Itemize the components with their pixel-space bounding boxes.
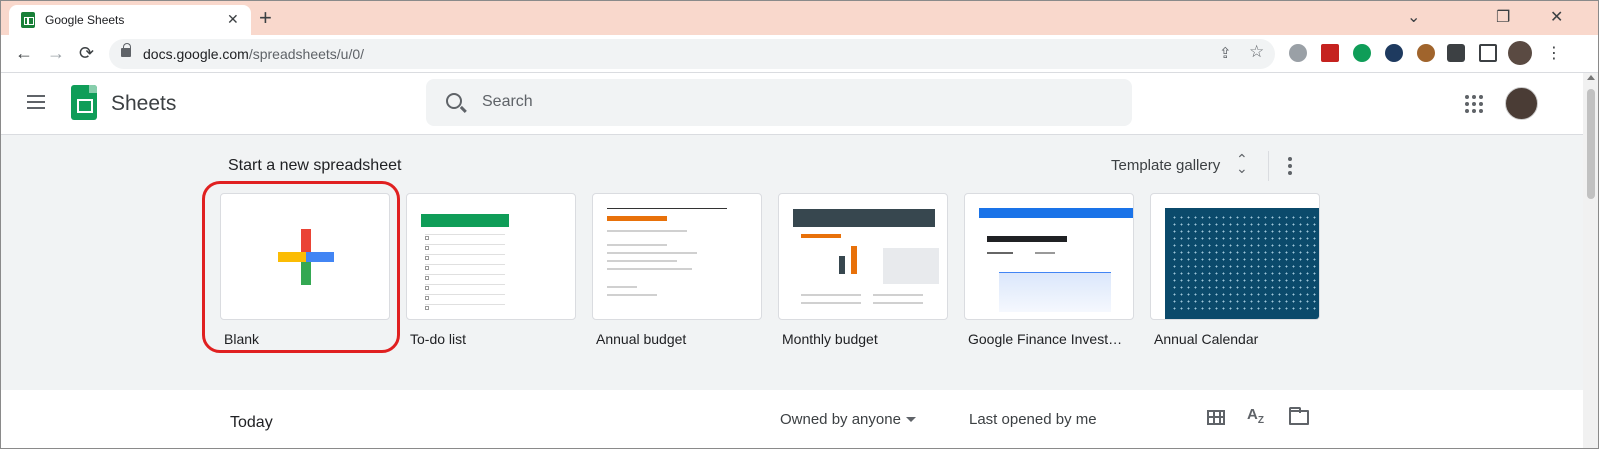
template-thumbnail[interactable]: [1150, 193, 1320, 320]
close-tab-icon[interactable]: ✕: [227, 11, 239, 28]
template-card-annual-budget[interactable]: Annual budget: [592, 193, 762, 347]
bolt-extension-icon[interactable]: [1385, 44, 1403, 62]
browser-profile-avatar[interactable]: [1508, 41, 1532, 65]
back-icon[interactable]: ←: [15, 43, 33, 64]
section-title: Start a new spreadsheet: [228, 157, 402, 174]
template-thumbnail[interactable]: [778, 193, 948, 320]
red-extension-icon[interactable]: [1321, 44, 1339, 62]
browser-menu-icon[interactable]: ⋮: [1546, 43, 1562, 63]
scroll-thumb[interactable]: [1587, 89, 1595, 199]
url-host: docs.google.com: [143, 46, 249, 62]
template-card-annual-calendar[interactable]: Annual Calendar: [1150, 193, 1320, 347]
sheets-logo-icon[interactable]: [71, 85, 97, 120]
close-window-icon[interactable]: ✕: [1550, 7, 1563, 27]
browser-window: Google Sheets ✕ + ⌄ ❐ ✕ ← → ⟳ docs.googl…: [0, 0, 1599, 449]
share-icon[interactable]: ⇪: [1219, 44, 1232, 62]
forward-icon[interactable]: →: [47, 43, 65, 64]
template-label: Annual Calendar: [1154, 331, 1259, 347]
app-name[interactable]: Sheets: [111, 92, 176, 116]
unfold-icon[interactable]: ⌃ ⌄: [1236, 152, 1248, 175]
side-panel-icon[interactable]: [1479, 44, 1497, 62]
restore-window-icon[interactable]: ❐: [1496, 7, 1510, 27]
page-scrollbar[interactable]: [1583, 73, 1598, 448]
tab-search-icon[interactable]: ⌄: [1407, 7, 1420, 27]
browser-toolbar: ← → ⟳ docs.google.com/spreadsheets/u/0/ …: [1, 35, 1598, 73]
bookmark-star-icon[interactable]: ☆: [1249, 42, 1264, 62]
todo-header-bar: [421, 214, 509, 227]
grid-view-icon[interactable]: [1207, 410, 1225, 425]
address-bar[interactable]: docs.google.com/spreadsheets/u/0/ ⇪ ☆: [109, 39, 1275, 69]
divider: [1268, 151, 1269, 181]
template-label: To-do list: [410, 331, 467, 347]
template-thumbnail[interactable]: [964, 193, 1134, 320]
template-card-todo[interactable]: To-do list: [406, 193, 576, 347]
sheets-favicon-icon: [21, 12, 35, 28]
template-card-finance-tracker[interactable]: Google Finance Investment Tracker: [964, 193, 1134, 347]
template-label: Monthly budget: [782, 331, 878, 347]
reload-icon[interactable]: ⟳: [79, 43, 94, 64]
tab-title: Google Sheets: [45, 13, 125, 27]
template-card-monthly-budget[interactable]: Monthly budget: [778, 193, 948, 347]
owner-filter-dropdown[interactable]: Owned by anyone: [780, 411, 901, 428]
url-path: /spreadsheets/u/0/: [248, 46, 365, 62]
extensions-puzzle-icon[interactable]: [1447, 44, 1465, 62]
template-label: Annual budget: [596, 331, 687, 347]
tab-strip: Google Sheets ✕ + ⌄ ❐ ✕: [1, 1, 1598, 35]
google-apps-icon[interactable]: [1465, 95, 1483, 113]
account-avatar[interactable]: [1505, 87, 1538, 120]
template-label: Google Finance Investment Tracker: [968, 331, 1124, 347]
dropdown-caret-icon[interactable]: [906, 417, 916, 422]
browser-tab-sheets[interactable]: Google Sheets ✕: [9, 5, 251, 35]
recent-files-header: Today Owned by anyone Last opened by me …: [1, 390, 1598, 448]
search-icon[interactable]: [446, 93, 462, 109]
template-thumbnail[interactable]: [406, 193, 576, 320]
sheets-header: Sheets: [1, 73, 1598, 135]
grammarly-extension-icon[interactable]: [1353, 44, 1371, 62]
cookie-extension-icon[interactable]: [1417, 44, 1435, 62]
search-input[interactable]: [482, 87, 1082, 117]
sort-az-icon[interactable]: AZ: [1247, 406, 1264, 426]
new-tab-button[interactable]: +: [259, 5, 272, 31]
blank-highlight-annotation: [202, 181, 400, 353]
url-text: docs.google.com/spreadsheets/u/0/: [143, 46, 364, 62]
sort-dropdown[interactable]: Last opened by me: [969, 411, 1097, 428]
today-heading: Today: [230, 414, 273, 431]
template-gallery-button[interactable]: Template gallery: [1111, 157, 1220, 174]
template-thumbnail[interactable]: [592, 193, 762, 320]
search-box[interactable]: [426, 79, 1132, 126]
globe-extension-icon[interactable]: [1289, 44, 1307, 62]
main-menu-icon[interactable]: [27, 95, 47, 111]
folder-picker-icon[interactable]: [1289, 407, 1309, 425]
more-options-icon[interactable]: [1288, 157, 1292, 178]
scroll-up-arrow-icon[interactable]: [1587, 75, 1595, 80]
lock-icon[interactable]: [121, 43, 131, 57]
